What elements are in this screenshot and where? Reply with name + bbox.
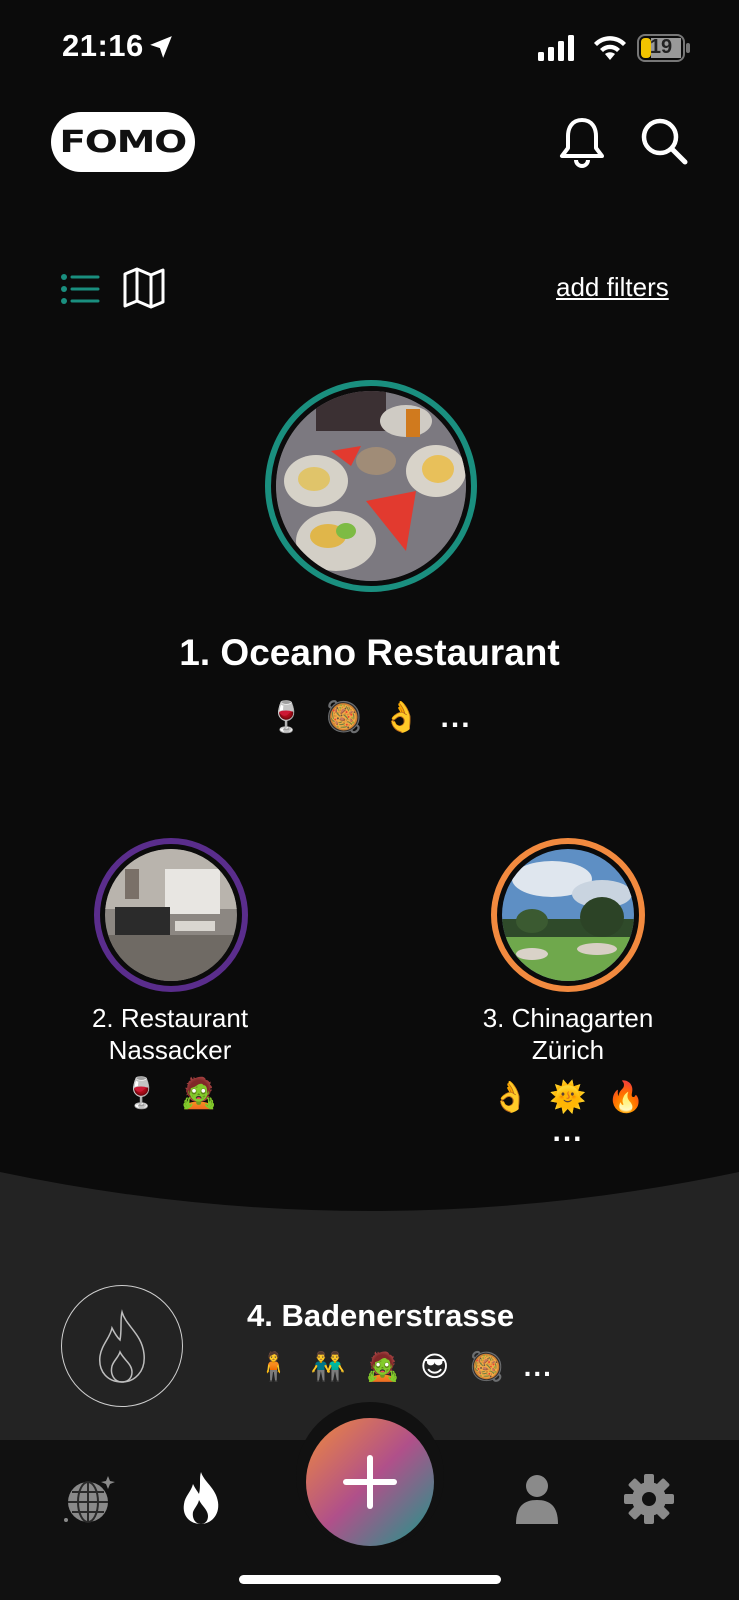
flame-icon[interactable] xyxy=(174,1470,228,1524)
add-button[interactable] xyxy=(306,1418,434,1546)
emoji: 👌 xyxy=(382,701,421,734)
rank-1-image[interactable] xyxy=(265,380,477,592)
rank-3-image[interactable] xyxy=(491,838,645,992)
emoji: 🧟 xyxy=(365,1351,401,1382)
emoji: 🥘 xyxy=(325,701,363,734)
rank-2-emojis: 🍷 🧟 xyxy=(70,1076,270,1111)
rank-4-emojis: 🧍 👬 🧟 😎 🥘 ... xyxy=(250,1350,559,1383)
rank-1-emojis: 🍷 🥘 👌 ... xyxy=(0,700,739,735)
emoji: 🥘 xyxy=(468,1351,504,1382)
rank-2-title-line1: 2. Restaurant xyxy=(91,1003,249,1033)
rank-3-title-line2: Zürich xyxy=(531,1035,605,1065)
location-arrow-icon xyxy=(150,36,172,58)
emoji: 🧍 xyxy=(256,1351,291,1382)
rank-1-title[interactable]: 1. Oceano Restaurant xyxy=(0,632,739,674)
more-indicator: ... xyxy=(440,701,472,734)
signal-icon xyxy=(538,35,574,61)
battery-icon: 19 xyxy=(637,34,691,62)
logo-text: FOMO xyxy=(59,124,188,160)
emoji: 🍷 xyxy=(122,1077,160,1110)
more-indicator: ... xyxy=(552,1115,584,1148)
home-indicator xyxy=(239,1575,501,1584)
wifi-icon xyxy=(594,36,626,60)
app-logo[interactable]: FOMO xyxy=(51,112,195,172)
emoji: 👌 xyxy=(491,1081,529,1114)
emoji: 🍷 xyxy=(267,701,305,734)
rank-3-emojis: 👌 🌞 🔥 ... xyxy=(465,1080,671,1149)
gear-icon[interactable] xyxy=(622,1472,676,1526)
emoji: 🧟 xyxy=(180,1077,218,1110)
emoji: 😎 xyxy=(419,1351,450,1382)
more-indicator: ... xyxy=(523,1351,553,1382)
interior-photo xyxy=(105,849,237,981)
plus-icon xyxy=(343,1455,397,1509)
map-icon[interactable] xyxy=(122,266,166,310)
rank-3-title-line1: 3. Chinagarten xyxy=(482,1003,654,1033)
rank-4-image[interactable] xyxy=(61,1285,183,1407)
emoji: 🌞 xyxy=(549,1081,587,1114)
rank-2-title[interactable]: 2. Restaurant Nassacker xyxy=(70,1002,270,1066)
fire-icon xyxy=(99,1309,145,1383)
park-photo xyxy=(502,849,634,981)
emoji: 🔥 xyxy=(607,1081,645,1114)
add-filters-link[interactable]: add filters xyxy=(556,272,669,303)
list-icon[interactable] xyxy=(60,272,100,306)
globe-icon[interactable] xyxy=(62,1472,116,1526)
emoji: 👬 xyxy=(310,1351,346,1382)
food-photo xyxy=(276,391,466,581)
status-time: 21:16 xyxy=(62,28,144,63)
rank-2-image[interactable] xyxy=(94,838,248,992)
search-icon[interactable] xyxy=(639,116,689,168)
person-icon[interactable] xyxy=(510,1472,564,1526)
battery-level: 19 xyxy=(649,36,673,58)
rank-4-title[interactable]: 4. Badenerstrasse xyxy=(247,1298,514,1334)
rank-3-title[interactable]: 3. Chinagarten Zürich xyxy=(465,1002,671,1066)
bell-icon[interactable] xyxy=(558,116,606,168)
rank-2-title-line2: Nassacker xyxy=(108,1035,232,1065)
